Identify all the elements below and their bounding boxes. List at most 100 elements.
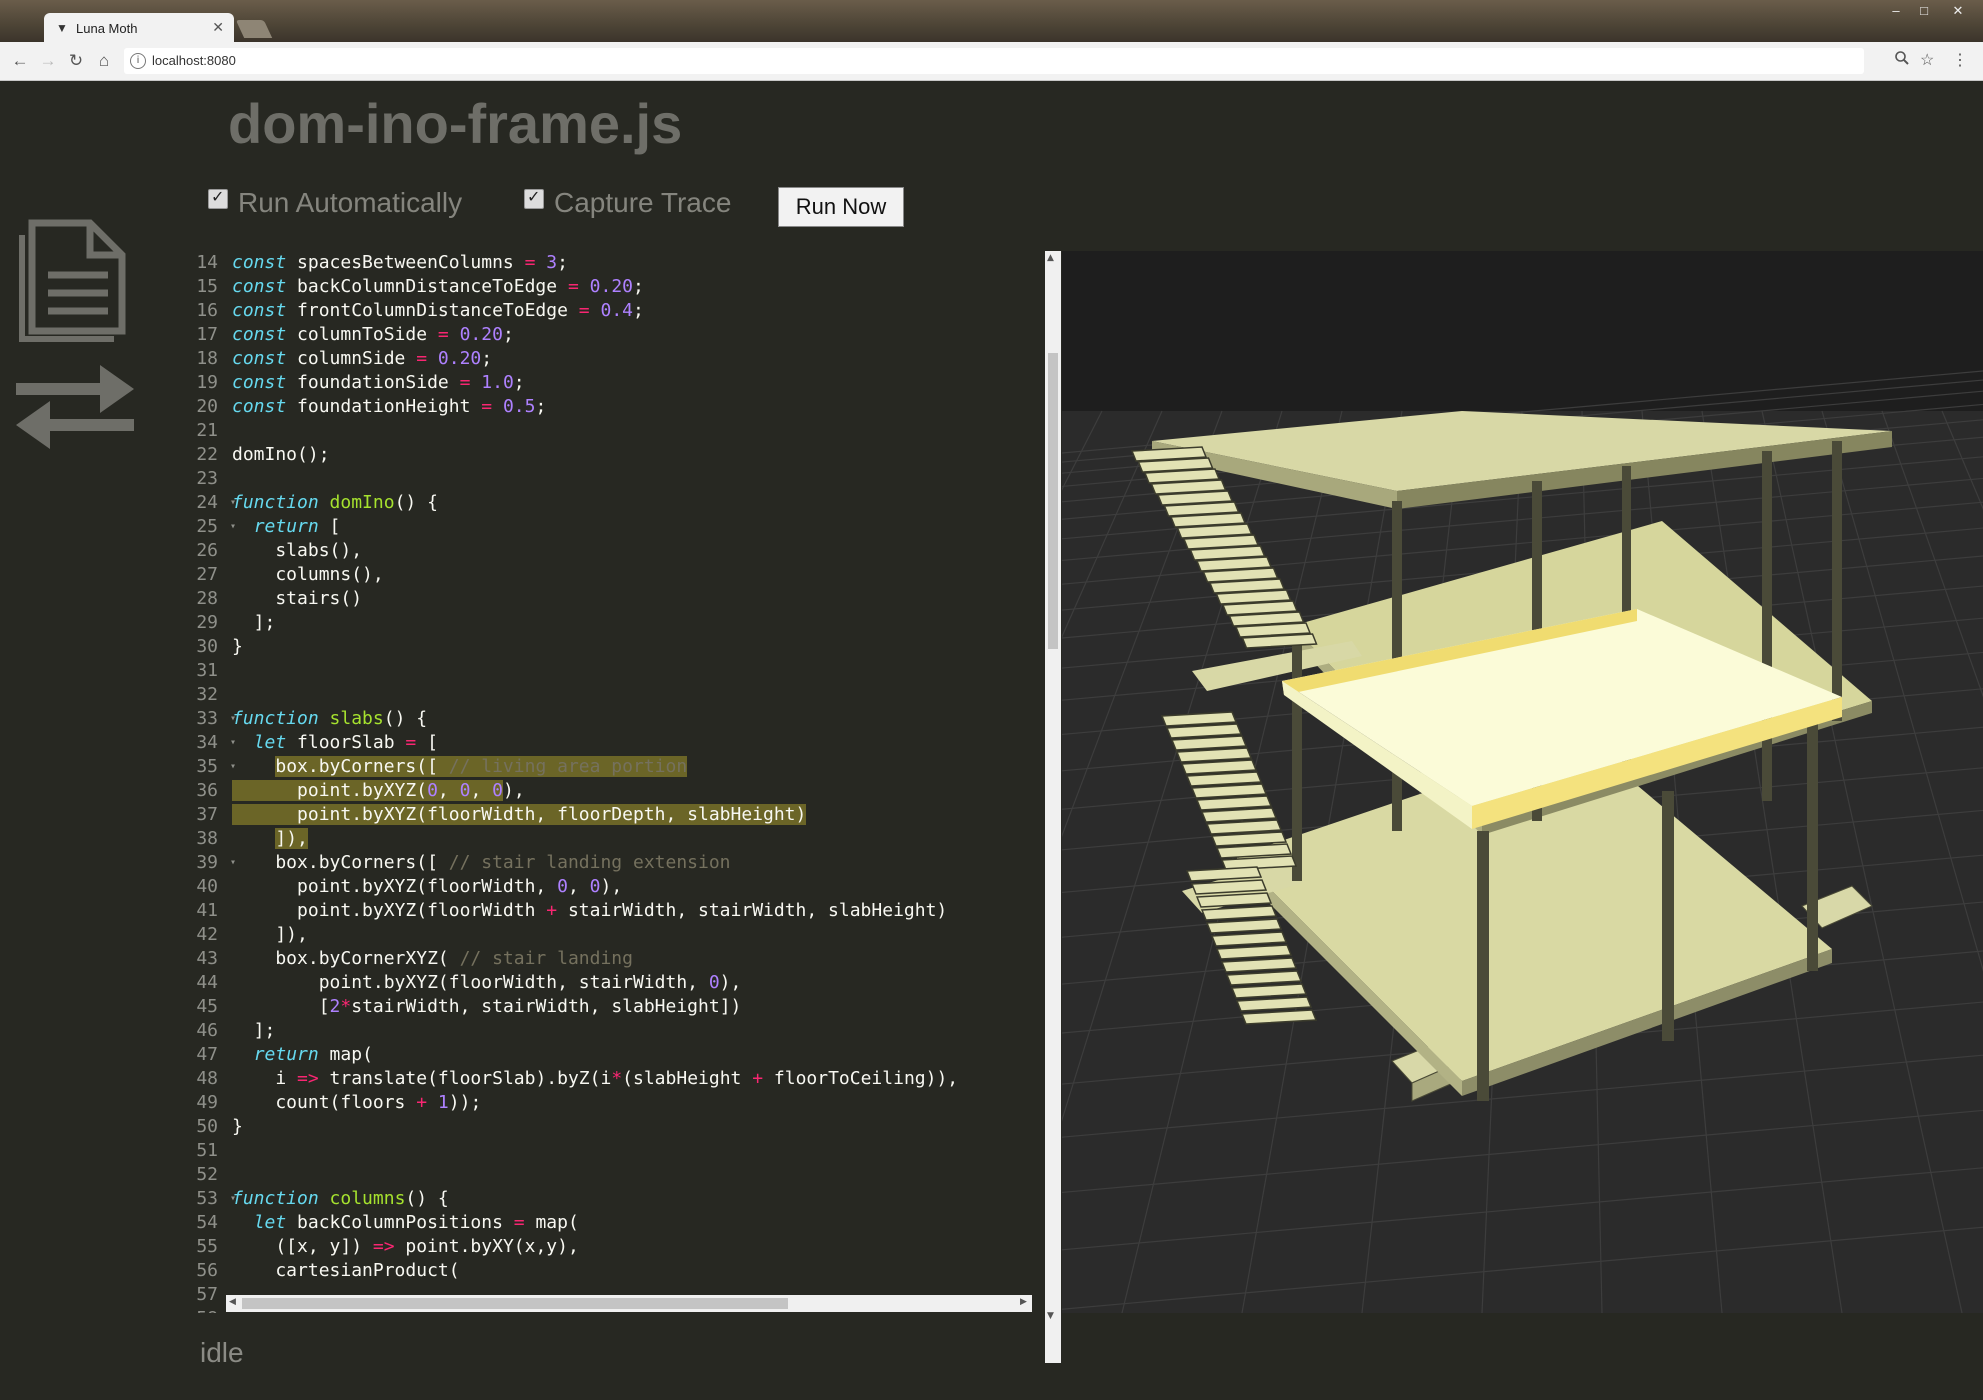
line-number: 38	[196, 828, 218, 849]
run-automatically-checkbox[interactable]	[208, 187, 228, 209]
code-line[interactable]: function domIno() {	[232, 491, 1022, 515]
page-title: dom-ino-frame.js	[228, 92, 683, 155]
info-icon[interactable]: i	[130, 53, 146, 69]
code-line[interactable]: const spacesBetweenColumns = 3;	[232, 251, 1022, 275]
scroll-left-arrow-icon[interactable]: ◀	[229, 1297, 236, 1307]
code-line[interactable]: const columnSide = 0.20;	[232, 347, 1022, 371]
browser-titlebar: ▼ Luna Moth ✕ – □ ✕	[0, 0, 1983, 43]
line-number: 29	[196, 612, 218, 633]
scroll-up-arrow-icon[interactable]: ▲	[1047, 253, 1054, 263]
code-line[interactable]: box.byCornerXYZ( // stair landing	[232, 947, 1022, 971]
browser-tab[interactable]: ▼ Luna Moth ✕	[44, 13, 234, 43]
menu-dots-icon[interactable]: ⋮	[1952, 50, 1968, 70]
3d-viewport[interactable]	[1062, 251, 1983, 1313]
code-line[interactable]: let floorSlab = [	[232, 731, 1022, 755]
line-number: 45	[196, 996, 218, 1017]
back-icon[interactable]: ←	[8, 49, 32, 73]
forward-icon[interactable]: →	[36, 49, 60, 73]
close-window-icon[interactable]: ✕	[1944, 2, 1972, 20]
editor-horizontal-scrollbar[interactable]: ◀ ▶	[226, 1295, 1032, 1312]
code-editor[interactable]: 14 15 16 17 18 19 20 21 22 23 24 ▾ 25 ▾ 26 27 28 29 30 31 32…	[174, 251, 1044, 1313]
code-line[interactable]: }	[232, 1115, 1022, 1139]
code-line[interactable]	[232, 683, 1022, 707]
code-line[interactable]: box.byCorners([ // living area portion	[232, 755, 1022, 779]
zoom-icon[interactable]	[1894, 50, 1910, 71]
run-now-button[interactable]: Run Now	[778, 187, 904, 227]
code-line[interactable]: const columnToSide = 0.20;	[232, 323, 1022, 347]
scroll-down-arrow-icon[interactable]: ▼	[1047, 1311, 1054, 1321]
code-line[interactable]: return map(	[232, 1043, 1022, 1067]
url-text[interactable]: localhost:8080	[152, 53, 236, 68]
code-line[interactable]: point.byXYZ(floorWidth, 0, 0),	[232, 875, 1022, 899]
capture-trace-option[interactable]: Capture Trace	[524, 187, 731, 219]
reload-icon[interactable]: ↻	[64, 49, 88, 73]
line-number: 39 ▾	[196, 852, 236, 873]
document-icon[interactable]	[18, 219, 130, 343]
line-number: 37	[196, 804, 218, 825]
status-text: idle	[200, 1337, 244, 1368]
line-number: 55	[196, 1236, 218, 1257]
code-line[interactable]: stairs()	[232, 587, 1022, 611]
code-line[interactable]: ([x, y]) => point.byXY(x,y),	[232, 1235, 1022, 1259]
code-line[interactable]: point.byXYZ(floorWidth, floorDepth, slab…	[232, 803, 1022, 827]
line-number: 49	[196, 1092, 218, 1113]
maximize-icon[interactable]: □	[1910, 2, 1938, 20]
code-line[interactable]: point.byXYZ(0, 0, 0),	[232, 779, 1022, 803]
line-number: 27	[196, 564, 218, 585]
code-line[interactable]: slabs(),	[232, 539, 1022, 563]
bookmark-star-icon[interactable]: ☆	[1920, 50, 1934, 70]
code-line[interactable]	[232, 659, 1022, 683]
line-number: 58	[174, 1307, 224, 1313]
code-line[interactable]: const backColumnDistanceToEdge = 0.20;	[232, 275, 1022, 299]
code-line[interactable]	[232, 467, 1022, 491]
close-tab-icon[interactable]: ✕	[212, 19, 224, 36]
editor-vertical-scrollbar[interactable]: ▲ ▼	[1045, 251, 1061, 1363]
code-line[interactable]: ]),	[232, 923, 1022, 947]
code-line[interactable]: ]),	[232, 827, 1022, 851]
horizontal-scroll-thumb[interactable]	[242, 1298, 788, 1309]
code-line[interactable]: }	[232, 635, 1022, 659]
line-number: 42	[196, 924, 218, 945]
new-tab-button[interactable]	[235, 20, 273, 38]
code-line[interactable]: let backColumnPositions = map(	[232, 1211, 1022, 1235]
run-automatically-option[interactable]: Run Automatically	[208, 187, 462, 219]
code-line[interactable]: box.byCorners([ // stair landing extensi…	[232, 851, 1022, 875]
code-line[interactable]: point.byXYZ(floorWidth + stairWidth, sta…	[232, 899, 1022, 923]
code-line[interactable]: function slabs() {	[232, 707, 1022, 731]
code-line[interactable]: point.byXYZ(floorWidth, stairWidth, 0),	[232, 971, 1022, 995]
code-line[interactable]: i => translate(floorSlab).byZ(i*(slabHei…	[232, 1067, 1022, 1091]
code-line[interactable]: cartesianProduct(	[232, 1259, 1022, 1283]
code-line[interactable]: count(floors + 1));	[232, 1091, 1022, 1115]
line-number: 47	[196, 1044, 218, 1065]
code-line[interactable]: const frontColumnDistanceToEdge = 0.4;	[232, 299, 1022, 323]
home-icon[interactable]: ⌂	[92, 49, 116, 73]
vertical-scroll-thumb[interactable]	[1048, 353, 1058, 649]
code-line[interactable]: ];	[232, 611, 1022, 635]
code-line[interactable]: ];	[232, 1019, 1022, 1043]
code-lines[interactable]: const spacesBetweenColumns = 3; const bac…	[232, 251, 1022, 1313]
code-line[interactable]: [2*stairWidth, stairWidth, slabHeight])	[232, 995, 1022, 1019]
capture-trace-checkbox[interactable]	[524, 187, 544, 209]
line-number: 19	[196, 372, 218, 393]
code-line[interactable]: domIno();	[232, 443, 1022, 467]
code-line[interactable]: const foundationSide = 1.0;	[232, 371, 1022, 395]
code-line[interactable]	[232, 1139, 1022, 1163]
line-number: 35 ▾	[196, 756, 236, 777]
moth-icon: ▼	[56, 21, 68, 35]
scroll-right-arrow-icon[interactable]: ▶	[1020, 1297, 1027, 1307]
code-line[interactable]: columns(),	[232, 563, 1022, 587]
line-number: 25 ▾	[196, 516, 236, 537]
swap-arrows-icon[interactable]	[14, 361, 136, 453]
address-bar[interactable]: i localhost:8080	[124, 48, 1864, 74]
code-line[interactable]	[232, 419, 1022, 443]
line-number: 22	[196, 444, 218, 465]
code-line[interactable]	[232, 1163, 1022, 1187]
line-number: 31	[196, 660, 218, 681]
code-line[interactable]: const foundationHeight = 0.5;	[232, 395, 1022, 419]
code-line[interactable]: function columns() {	[232, 1187, 1022, 1211]
line-number: 24 ▾	[196, 492, 236, 513]
line-number: 40	[196, 876, 218, 897]
minimize-icon[interactable]: –	[1882, 2, 1910, 20]
code-line[interactable]: return [	[232, 515, 1022, 539]
line-number: 36	[196, 780, 218, 801]
